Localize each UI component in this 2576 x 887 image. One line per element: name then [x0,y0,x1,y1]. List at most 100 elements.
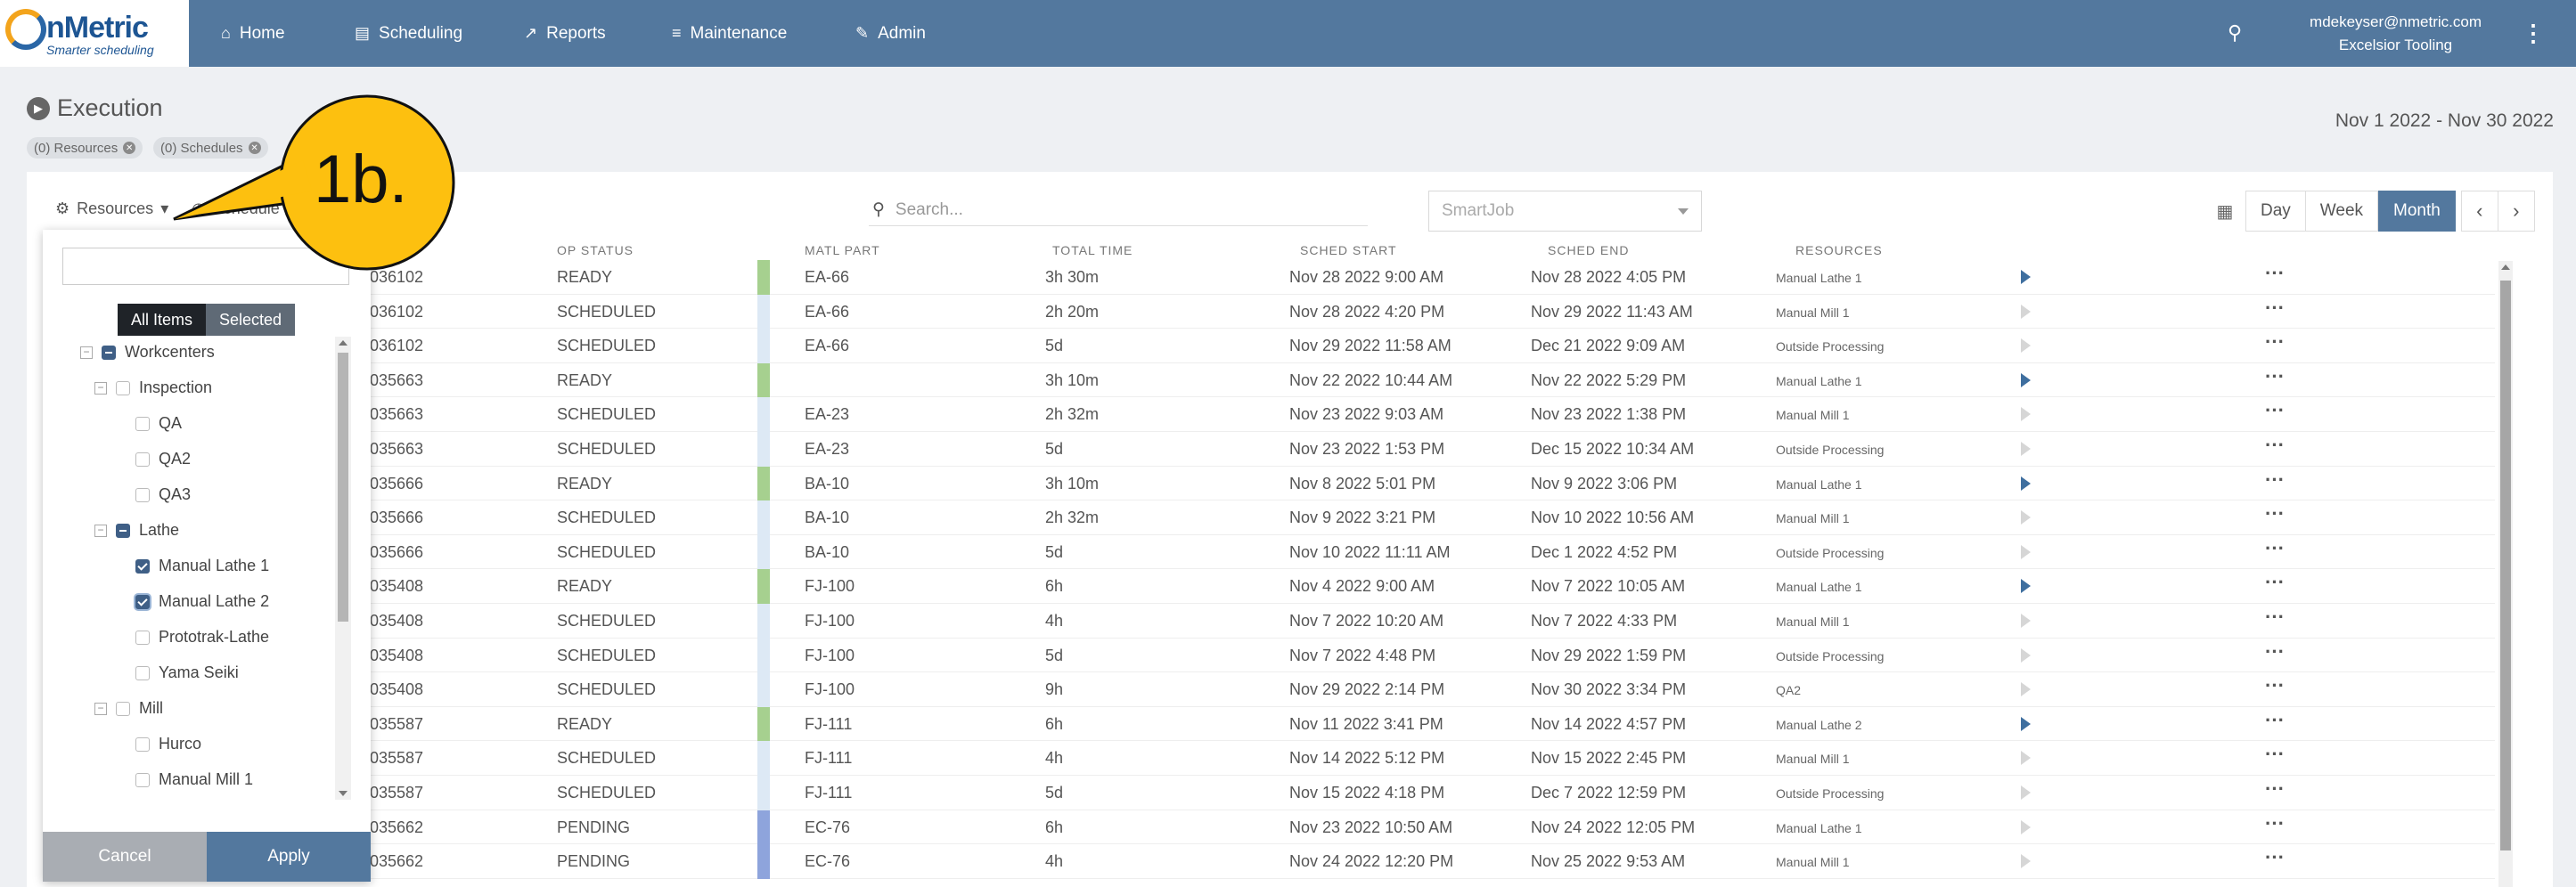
tree-checkbox[interactable] [135,594,150,609]
start-operation-play-icon[interactable] [2021,785,2031,800]
row-actions-ellipsis-icon[interactable]: ··· [2265,777,2285,801]
tree-node[interactable]: − Workcenters [80,343,215,362]
row-actions-ellipsis-icon[interactable]: ··· [2265,297,2285,320]
nav-admin[interactable]: ✎ Admin [855,0,926,67]
start-operation-play-icon[interactable] [2021,682,2031,697]
table-row[interactable]: 035587 READY FJ-111 6h Nov 11 2022 3:41 PM No… [53,706,2495,742]
col-header-sched-start[interactable]: SCHED START [1300,243,1397,257]
table-row[interactable]: 035666 SCHEDULED BA-10 2h 32m Nov 9 2022 3:2… [53,500,2495,535]
scroll-down-icon[interactable] [339,791,348,796]
resources-dropdown-button[interactable]: ⚙ Resources ▾ [55,199,168,218]
tree-node[interactable]: QA3 [135,485,191,504]
smartjob-select[interactable]: SmartJob [1428,191,1702,232]
more-options-icon[interactable]: ⋮ [2522,20,2545,47]
resource-filter-input[interactable] [62,248,349,285]
row-actions-ellipsis-icon[interactable]: ··· [2265,571,2285,594]
nav-maintenance[interactable]: ≡ Maintenance [672,0,787,67]
start-operation-play-icon[interactable] [2021,304,2031,319]
col-header-sched-end[interactable]: SCHED END [1548,243,1629,257]
tree-scrollbar[interactable] [335,337,351,800]
row-actions-ellipsis-icon[interactable]: ··· [2265,434,2285,457]
tree-node[interactable]: Hurco [135,735,201,753]
table-row[interactable]: 035587 SCHEDULED FJ-111 4h Nov 14 2022 5:12 … [53,741,2495,776]
table-row[interactable]: 035662 PENDING EC-76 4h Nov 24 2022 12:20 PM… [53,844,2495,879]
global-search-icon[interactable]: ⚲ [2228,21,2242,45]
remove-chip-icon[interactable]: ✕ [248,142,261,154]
tree-checkbox[interactable] [116,701,130,716]
row-actions-ellipsis-icon[interactable]: ··· [2265,330,2285,354]
schedules-filter-chip[interactable]: (0) Schedules ✕ [153,137,268,159]
table-row[interactable]: 035663 READY 3h 10m Nov 22 2022 10:44 AM Nov… [53,362,2495,398]
tree-checkbox[interactable] [135,772,150,787]
row-actions-ellipsis-icon[interactable]: ··· [2265,399,2285,422]
tree-node[interactable]: Yama Seiki [135,663,239,682]
start-operation-play-icon[interactable] [2021,442,2031,456]
table-row[interactable]: 036102 SCHEDULED EA-66 2h 20m Nov 28 2022 4:… [53,294,2495,330]
row-actions-ellipsis-icon[interactable]: ··· [2265,468,2285,492]
tree-checkbox[interactable] [135,487,150,502]
nav-reports[interactable]: ↗ Reports [524,0,606,67]
col-header-matl-part[interactable]: MATL PART [805,243,880,257]
row-actions-ellipsis-icon[interactable]: ··· [2265,812,2285,835]
table-row[interactable]: 036102 SCHEDULED EA-66 5d Nov 29 2022 11:58 … [53,329,2495,363]
tree-node[interactable]: − Mill [94,699,163,718]
all-items-tab[interactable]: All Items [118,304,207,336]
tree-checkbox[interactable] [135,665,150,680]
start-operation-play-icon[interactable] [2021,270,2031,284]
tree-checkbox[interactable] [135,630,150,645]
row-actions-ellipsis-icon[interactable]: ··· [2265,262,2285,285]
start-operation-play-icon[interactable] [2021,338,2031,354]
row-actions-ellipsis-icon[interactable]: ··· [2265,846,2285,869]
table-row[interactable]: 035587 SCHEDULED FJ-111 5d Nov 15 2022 4:18 … [53,776,2495,810]
row-actions-ellipsis-icon[interactable]: ··· [2265,640,2285,663]
col-header-resources[interactable]: RESOURCES [1795,243,1883,257]
start-operation-play-icon[interactable] [2021,476,2031,491]
next-period-button[interactable]: › [2497,191,2535,232]
start-operation-play-icon[interactable] [2021,372,2031,387]
tree-node[interactable]: QA2 [135,450,191,468]
collapse-toggle-icon[interactable]: − [94,524,107,537]
tree-checkbox[interactable] [116,380,130,395]
nmetric-logo[interactable]: nMetric Smarter scheduling [0,0,189,67]
collapse-toggle-icon[interactable]: − [94,381,107,395]
tree-checkbox[interactable] [135,452,150,467]
table-row[interactable]: 035408 SCHEDULED FJ-100 4h Nov 7 2022 10:20 … [53,604,2495,639]
tree-node[interactable]: Manual Lathe 1 [135,557,269,575]
start-operation-play-icon[interactable] [2021,544,2031,559]
start-operation-play-icon[interactable] [2021,819,2031,834]
view-week-button[interactable]: Week [2304,191,2379,232]
row-actions-ellipsis-icon[interactable]: ··· [2265,674,2285,697]
tree-checkbox[interactable] [135,416,150,431]
view-month-button[interactable]: Month [2378,191,2456,232]
table-row[interactable]: 035408 SCHEDULED FJ-100 9h Nov 29 2022 2:14 … [53,672,2495,707]
start-operation-play-icon[interactable] [2021,751,2031,766]
scroll-up-icon[interactable] [339,340,348,346]
view-day-button[interactable]: Day [2245,191,2306,232]
tree-node[interactable]: − Inspection [94,378,212,397]
table-scrollbar[interactable] [2498,261,2513,887]
tree-node[interactable]: QA [135,414,182,433]
row-actions-ellipsis-icon[interactable]: ··· [2265,502,2285,525]
user-menu[interactable]: mdekeyser@nmetric.com Excelsior Tooling [2310,11,2482,57]
tree-node[interactable]: Prototrak-Lathe [135,628,269,647]
col-header-total-time[interactable]: TOTAL TIME [1052,243,1133,257]
start-operation-play-icon[interactable] [2021,647,2031,663]
resources-filter-chip[interactable]: (0) Resources ✕ [27,137,143,159]
tree-checkbox[interactable] [135,558,150,574]
tree-node[interactable]: Manual Lathe 2 [135,592,269,611]
tree-node[interactable]: Manual Mill 1 [135,770,253,789]
table-row[interactable]: 035408 READY FJ-100 6h Nov 4 2022 9:00 AM Nov… [53,569,2495,604]
previous-period-button[interactable]: ‹ [2460,191,2498,232]
start-operation-play-icon[interactable] [2021,854,2031,869]
nav-home[interactable]: ⌂ Home [221,0,285,67]
col-header-op-status[interactable]: OP STATUS [557,243,634,257]
schedules-dropdown-button[interactable]: ◷ Schedule [192,199,280,218]
row-actions-ellipsis-icon[interactable]: ··· [2265,365,2285,388]
row-actions-ellipsis-icon[interactable]: ··· [2265,537,2285,560]
start-operation-play-icon[interactable] [2021,407,2031,422]
tree-checkbox[interactable] [116,523,130,538]
start-operation-play-icon[interactable] [2021,614,2031,628]
cancel-button[interactable]: Cancel [43,832,207,882]
remove-chip-icon[interactable]: ✕ [123,142,136,154]
table-row[interactable]: 036102 READY EA-66 3h 30m Nov 28 2022 9:00 A… [53,260,2495,295]
